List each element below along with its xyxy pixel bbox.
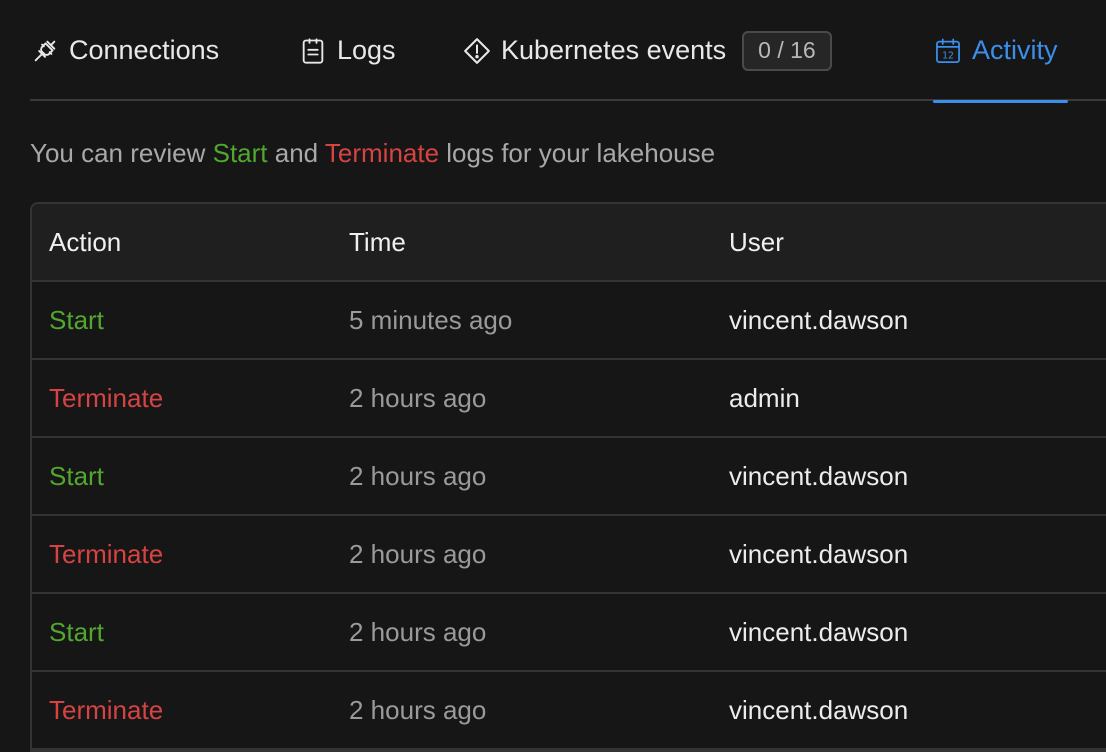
user-cell: vincent.dawson [729, 694, 909, 725]
user-cell: vincent.dawson [729, 616, 909, 647]
event-count-badge: 0 / 16 [742, 30, 832, 71]
tab-kubernetes-events[interactable]: Kubernetes events 0 / 16 [462, 0, 832, 101]
column-header-user[interactable]: User [729, 204, 784, 280]
time-cell: 5 minutes ago [349, 304, 513, 335]
description-prefix: You can review [30, 138, 213, 168]
action-cell: Terminate [49, 538, 164, 569]
plug-icon [30, 36, 60, 66]
user-cell: vincent.dawson [729, 460, 909, 491]
description-middle: and [267, 138, 325, 168]
column-header-action[interactable]: Action [49, 204, 121, 280]
tab-activity-label: Activity [972, 35, 1058, 65]
warning-diamond-icon [462, 36, 492, 66]
activity-page: Connections Logs Kubernetes events 0 / 1… [0, 0, 1106, 752]
table-row[interactable]: Terminate 2 hours ago vincent.dawson [32, 516, 1106, 594]
tab-bar: Connections Logs Kubernetes events 0 / 1… [30, 0, 1106, 103]
table-row[interactable]: Start 2 hours ago vincent.dawson [32, 438, 1106, 516]
clipboard-icon [298, 36, 328, 66]
tab-activity[interactable]: 12 Activity [933, 0, 1068, 103]
description-terminate: Terminate [324, 138, 440, 168]
user-cell: admin [729, 382, 800, 413]
tab-logs-label: Logs [337, 35, 396, 65]
activity-table: Action Time User Start 5 minutes ago vince… [30, 202, 1106, 752]
activity-description: You can review Start and Terminate logs … [30, 138, 715, 169]
description-suffix: logs for your lakehouse [439, 138, 716, 168]
time-cell: 2 hours ago [349, 460, 487, 491]
calendar-icon: 12 [933, 36, 963, 66]
user-cell: vincent.dawson [729, 304, 909, 335]
tab-kubernetes-events-label: Kubernetes events [501, 35, 727, 65]
time-cell: 2 hours ago [349, 616, 487, 647]
time-cell: 2 hours ago [349, 382, 487, 413]
table-row[interactable]: Terminate 2 hours ago admin [32, 360, 1106, 438]
action-cell: Start [49, 304, 104, 335]
tab-connections-label: Connections [69, 35, 220, 65]
action-cell: Terminate [49, 382, 164, 413]
description-start: Start [212, 138, 268, 168]
action-cell: Start [49, 616, 104, 647]
table-row[interactable]: Start 2 hours ago vincent.dawson [32, 594, 1106, 672]
table-row[interactable]: Start 5 minutes ago vincent.dawson [32, 282, 1106, 360]
tab-connections[interactable]: Connections [30, 0, 219, 101]
column-header-time[interactable]: Time [349, 204, 406, 280]
tab-logs[interactable]: Logs [298, 0, 396, 101]
svg-text:12: 12 [942, 50, 954, 61]
action-cell: Terminate [49, 694, 164, 725]
table-header: Action Time User [32, 204, 1106, 282]
user-cell: vincent.dawson [729, 538, 909, 569]
table-row[interactable]: Terminate 2 hours ago vincent.dawson [32, 672, 1106, 750]
time-cell: 2 hours ago [349, 694, 487, 725]
time-cell: 2 hours ago [349, 538, 487, 569]
action-cell: Start [49, 460, 104, 491]
